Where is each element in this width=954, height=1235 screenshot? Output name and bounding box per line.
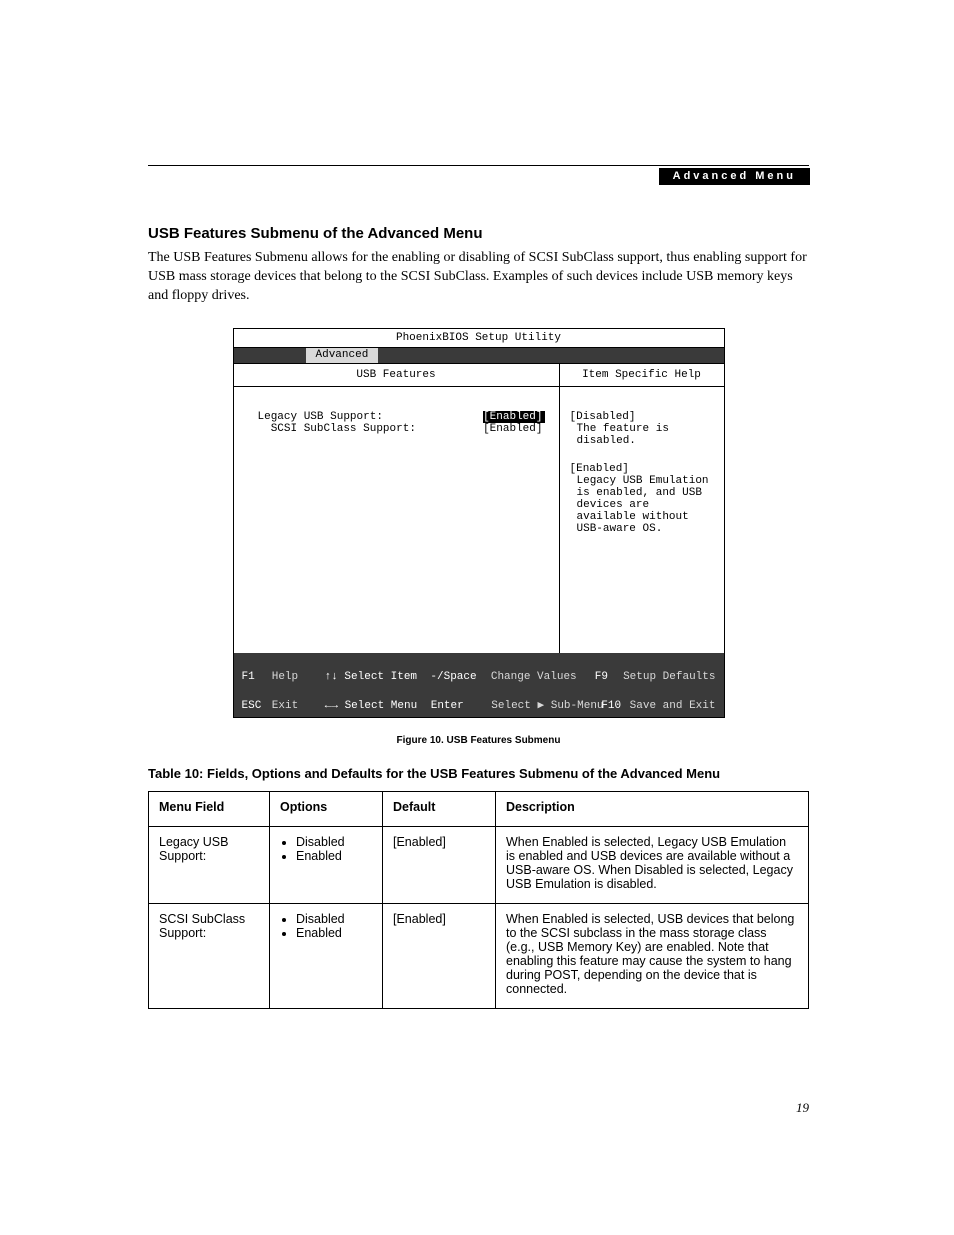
bios-foot-key: F9 (595, 670, 623, 685)
bios-foot-nav: ↑↓ Select Item (325, 670, 431, 685)
page-title: USB Features Submenu of the Advanced Men… (148, 225, 809, 242)
bios-foot-nav: ←→ Select Menu (325, 699, 431, 714)
bios-help-body: The feature is disabled. (570, 423, 714, 447)
bios-help-head: [Enabled] (570, 463, 629, 475)
th-options: Options (270, 792, 383, 827)
option-item: Enabled (296, 926, 372, 940)
table-row: SCSI SubClass Support: Disabled Enabled … (149, 904, 809, 1009)
bios-foot-key: -/Space (430, 670, 490, 685)
section-header: Advanced Menu (659, 168, 810, 185)
bios-setting-row: SCSI SubClass Support: [Enabled] (258, 423, 545, 435)
bios-foot-label: Select ▶ Sub-Menu (491, 699, 601, 714)
bios-foot-key: F10 (601, 699, 629, 714)
td-desc: When Enabled is selected, USB devices th… (496, 904, 809, 1009)
option-item: Enabled (296, 849, 372, 863)
bios-tab-advanced: Advanced (306, 348, 379, 363)
bios-settings-pane: Legacy USB Support: [Enabled] SCSI SubCl… (234, 387, 559, 653)
top-rule (148, 165, 809, 166)
intro-paragraph: The USB Features Submenu allows for the … (148, 249, 809, 306)
bios-foot-key: ESC (242, 699, 272, 714)
bios-title: PhoenixBIOS Setup Utility (234, 329, 724, 348)
bios-setting-label: Legacy USB Support: (258, 411, 383, 423)
bios-foot-label: Exit (272, 699, 325, 714)
bios-setting-value: [Enabled] (483, 423, 544, 435)
options-table: Menu Field Options Default Description L… (148, 791, 809, 1009)
bios-right-header: Item Specific Help (560, 364, 724, 387)
th-default: Default (383, 792, 496, 827)
bios-foot-label: Save and Exit (630, 699, 716, 714)
td-desc: When Enabled is selected, Legacy USB Emu… (496, 827, 809, 904)
td-field: Legacy USB Support: (149, 827, 270, 904)
bios-help-body: Legacy USB Emulation is enabled, and USB… (570, 475, 714, 535)
td-field: SCSI SubClass Support: (149, 904, 270, 1009)
bios-left-header: USB Features (234, 364, 559, 387)
td-options: Disabled Enabled (270, 904, 383, 1009)
bios-foot-label: Change Values (491, 670, 595, 685)
bios-help-pane: [Disabled] The feature is disabled. [Ena… (560, 387, 724, 653)
table-caption: Table 10: Fields, Options and Defaults f… (148, 766, 809, 781)
figure-caption: Figure 10. USB Features Submenu (148, 735, 809, 746)
th-desc: Description (496, 792, 809, 827)
td-default: [Enabled] (383, 904, 496, 1009)
option-item: Disabled (296, 912, 372, 926)
bios-tab-bar: Advanced (234, 348, 724, 364)
bios-foot-key: Enter (431, 699, 492, 714)
bios-setting-value-selected: [Enabled] (483, 411, 544, 423)
th-field: Menu Field (149, 792, 270, 827)
page-number: 19 (796, 1100, 809, 1116)
bios-foot-label: Help (272, 670, 325, 685)
bios-footer: F1Help↑↓ Select Item-/SpaceChange Values… (234, 653, 724, 717)
td-options: Disabled Enabled (270, 827, 383, 904)
bios-foot-label: Setup Defaults (623, 670, 715, 685)
table-row: Legacy USB Support: Disabled Enabled [En… (149, 827, 809, 904)
option-item: Disabled (296, 835, 372, 849)
bios-setting-row: Legacy USB Support: [Enabled] (258, 411, 545, 423)
bios-screenshot: PhoenixBIOS Setup Utility Advanced USB F… (233, 328, 725, 718)
bios-foot-key: F1 (242, 670, 272, 685)
bios-help-head: [Disabled] (570, 411, 636, 423)
td-default: [Enabled] (383, 827, 496, 904)
bios-setting-label: SCSI SubClass Support: (258, 423, 416, 435)
